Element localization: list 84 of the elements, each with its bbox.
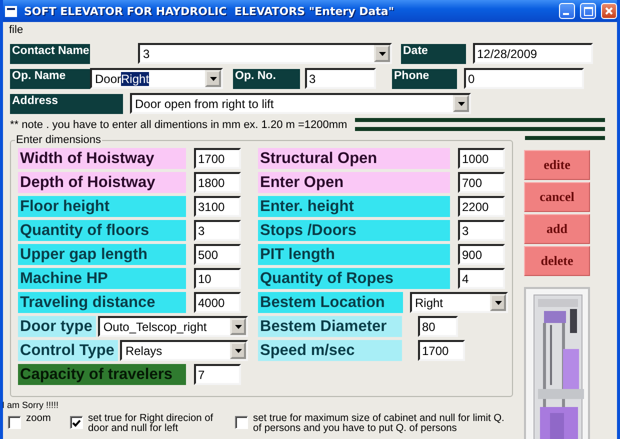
text-field[interactable]: 1700 [418, 340, 465, 361]
text-field[interactable]: 4 [458, 268, 505, 289]
field-label: Structural Open [258, 148, 450, 169]
maximize-button[interactable] [580, 3, 596, 19]
field-label: Date [401, 44, 466, 64]
dropdown-button[interactable] [230, 342, 246, 359]
text-field[interactable]: 10 [194, 268, 241, 289]
maximize-icon [584, 6, 592, 16]
phone-field[interactable]: 0 [464, 68, 584, 89]
checkbox[interactable] [8, 416, 21, 429]
text-field[interactable]: 3 [458, 220, 505, 241]
text-field[interactable]: 1000 [458, 148, 505, 169]
status-text: I am Sorry !!!!! [3, 400, 60, 410]
group-title: Enter dimensions [15, 134, 102, 146]
close-button[interactable] [601, 3, 617, 19]
close-icon [605, 7, 613, 15]
field-label: Enter. height [258, 196, 450, 217]
dropdown-button[interactable] [453, 95, 469, 112]
checkbox[interactable] [235, 416, 248, 429]
field-label: Control Type [18, 340, 118, 361]
field-label: Contact Name [10, 44, 90, 64]
field-label: Floor height [18, 196, 186, 217]
dropdown-button[interactable] [230, 318, 246, 335]
text-field[interactable]: 700 [458, 172, 505, 193]
dropdown-field[interactable]: 3 [138, 43, 392, 64]
field-label: Enter Open [258, 172, 450, 193]
action-button[interactable]: edite [524, 150, 590, 180]
caret-icon [378, 52, 386, 56]
action-button[interactable]: delete [524, 246, 590, 276]
caret-icon [494, 300, 502, 304]
field-label: Capacity of travelers [18, 364, 186, 385]
text-field[interactable]: 80 [418, 316, 458, 337]
field-label: Op. No. [233, 68, 300, 88]
field-label: Door type [18, 316, 96, 337]
field-label: Phone [392, 68, 457, 88]
window-icon [5, 4, 19, 18]
dropdown-field[interactable]: Right [410, 292, 508, 313]
text-field[interactable]: 3 [194, 220, 241, 241]
minimize-button[interactable] [559, 3, 575, 19]
caret-icon [458, 102, 464, 106]
field-label: Bestem Diameter [258, 316, 402, 337]
checkmark-icon [72, 418, 81, 426]
caret-icon [234, 348, 242, 352]
window-title: SOFT ELEVATOR FOR HAYDROLIC ELEVATORS "Entery Data" [24, 4, 396, 18]
dropdown-button[interactable] [205, 70, 221, 87]
field-label: Depth of Hoistway [18, 172, 186, 193]
field-label: Upper gap length [18, 244, 186, 265]
text-field[interactable]: 7 [194, 364, 241, 385]
text-field[interactable]: 3100 [194, 196, 241, 217]
checkbox-label: zoom [26, 414, 51, 424]
checkbox-label: set true for maximum size of cabinet and null for limit Q. of persons and you have to put Q. of persons [253, 414, 506, 434]
action-button[interactable]: cancel [524, 182, 590, 212]
note-text: ** note . you have to enter all dimentions in mm ex. 1.20 m =1200mm [10, 118, 348, 132]
checkbox-label: set true for Right direcion of door and null for left [88, 414, 214, 434]
caret-icon [210, 76, 216, 80]
date-field[interactable]: 12/28/2009 [473, 43, 593, 64]
dropdown-button[interactable] [490, 294, 506, 311]
text-field[interactable]: 1800 [194, 172, 241, 193]
text-field[interactable]: 900 [458, 244, 505, 265]
dropdown-field[interactable]: Door open from right to lift [130, 93, 471, 114]
field-label: Quantity of Ropes [258, 268, 450, 289]
field-label: Op. Name [10, 68, 90, 88]
field-label: Address [10, 94, 123, 114]
dropdown-field[interactable]: DoorRight [90, 68, 223, 89]
field-label: PIT length [258, 244, 450, 265]
dropdown-field[interactable]: Outo_Telscop_right [98, 316, 248, 337]
field-label: Bestem Location [258, 292, 403, 313]
field-label: Traveling distance [18, 292, 186, 313]
text-field[interactable]: 4000 [194, 292, 241, 313]
field-label: Width of Hoistway [18, 148, 186, 169]
menu-item[interactable]: file [9, 24, 24, 36]
action-button[interactable]: add [524, 214, 590, 244]
field-label: Machine HP [18, 268, 186, 289]
caret-icon [234, 324, 242, 328]
text-field[interactable]: 3 [305, 68, 376, 89]
dropdown-button[interactable] [374, 45, 390, 62]
text-field[interactable]: 500 [194, 244, 241, 265]
dropdown-field[interactable]: Relays [120, 340, 248, 361]
field-label: Speed m/sec [258, 340, 402, 361]
field-label: Stops /Doors [258, 220, 450, 241]
field-label: Quantity of floors [18, 220, 186, 241]
text-field[interactable]: 1700 [194, 148, 241, 169]
checkbox[interactable] [70, 416, 83, 429]
text-field[interactable]: 2200 [458, 196, 505, 217]
